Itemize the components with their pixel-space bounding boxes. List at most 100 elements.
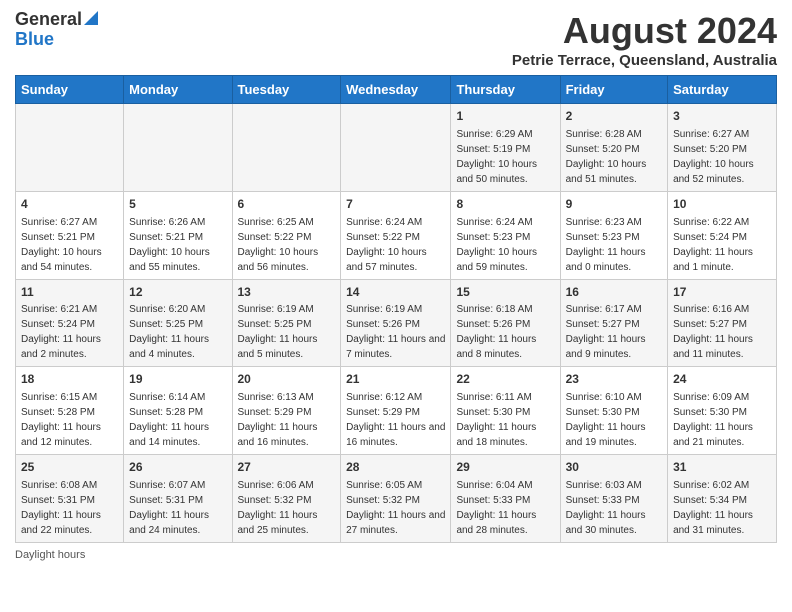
day-number: 12 (129, 284, 226, 301)
sunset-info: Sunset: 5:19 PM (456, 144, 530, 155)
sunrise-info: Sunrise: 6:23 AM (566, 217, 642, 228)
title-area: August 2024 Petrie Terrace, Queensland, … (512, 10, 777, 69)
daylight-info: Daylight: 11 hours and 16 minutes. (238, 422, 318, 448)
logo-triangle-icon (84, 11, 98, 25)
calendar-cell: 24Sunrise: 6:09 AMSunset: 5:30 PMDayligh… (668, 367, 777, 455)
daylight-info: Daylight: 11 hours and 16 minutes. (346, 422, 445, 448)
day-number: 15 (456, 284, 554, 301)
calendar-cell: 13Sunrise: 6:19 AMSunset: 5:25 PMDayligh… (232, 279, 341, 367)
sunrise-info: Sunrise: 6:25 AM (238, 217, 314, 228)
calendar-cell: 23Sunrise: 6:10 AMSunset: 5:30 PMDayligh… (560, 367, 667, 455)
calendar-cell: 31Sunrise: 6:02 AMSunset: 5:34 PMDayligh… (668, 455, 777, 543)
calendar-cell: 29Sunrise: 6:04 AMSunset: 5:33 PMDayligh… (451, 455, 560, 543)
daylight-info: Daylight: 11 hours and 18 minutes. (456, 422, 536, 448)
daylight-info: Daylight: 10 hours and 50 minutes. (456, 159, 537, 185)
daylight-info: Daylight: 11 hours and 22 minutes. (21, 510, 101, 536)
calendar-cell: 10Sunrise: 6:22 AMSunset: 5:24 PMDayligh… (668, 191, 777, 279)
day-number: 5 (129, 196, 226, 213)
sunset-info: Sunset: 5:20 PM (673, 144, 747, 155)
sunset-info: Sunset: 5:24 PM (21, 319, 95, 330)
day-number: 26 (129, 459, 226, 476)
sunrise-info: Sunrise: 6:21 AM (21, 304, 97, 315)
sunset-info: Sunset: 5:32 PM (238, 495, 312, 506)
calendar-cell: 14Sunrise: 6:19 AMSunset: 5:26 PMDayligh… (341, 279, 451, 367)
column-header-friday: Friday (560, 76, 667, 104)
sunset-info: Sunset: 5:33 PM (566, 495, 640, 506)
day-number: 1 (456, 108, 554, 125)
sunrise-info: Sunrise: 6:29 AM (456, 129, 532, 140)
day-number: 10 (673, 196, 771, 213)
sunrise-info: Sunrise: 6:07 AM (129, 480, 205, 491)
day-number: 3 (673, 108, 771, 125)
calendar-cell: 3Sunrise: 6:27 AMSunset: 5:20 PMDaylight… (668, 104, 777, 192)
sunrise-info: Sunrise: 6:17 AM (566, 304, 642, 315)
calendar-cell: 25Sunrise: 6:08 AMSunset: 5:31 PMDayligh… (16, 455, 124, 543)
daylight-info: Daylight: 11 hours and 12 minutes. (21, 422, 101, 448)
calendar-cell: 4Sunrise: 6:27 AMSunset: 5:21 PMDaylight… (16, 191, 124, 279)
calendar-week-row: 4 Sunrise: 6:27 AM Sunset: 5:21 PM Daylight… (16, 191, 777, 279)
sunrise-info: Sunrise: 6:06 AM (238, 480, 314, 491)
sunrise-info: Sunrise: 6:16 AM (673, 304, 749, 315)
daylight-label: Daylight hours (15, 549, 85, 561)
subtitle: Petrie Terrace, Queensland, Australia (512, 52, 777, 69)
sunset-info: Sunset: 5:30 PM (456, 407, 530, 418)
sunrise-info: Sunrise: 6:24 AM (346, 217, 422, 228)
day-number: 4 (21, 196, 118, 213)
sunrise-info: Sunrise: 6:11 AM (456, 392, 531, 403)
sunset-info: Sunset: 5:32 PM (346, 495, 420, 506)
calendar-cell: 8Sunrise: 6:24 AMSunset: 5:23 PMDaylight… (451, 191, 560, 279)
sunrise-info: Sunrise: 6:10 AM (566, 392, 642, 403)
day-number: 8 (456, 196, 554, 213)
daylight-info: Daylight: 10 hours and 55 minutes. (129, 247, 210, 273)
logo: General Blue (15, 10, 98, 50)
day-number: 20 (238, 371, 336, 388)
column-header-tuesday: Tuesday (232, 76, 341, 104)
daylight-info: Daylight: 11 hours and 30 minutes. (566, 510, 646, 536)
day-number: 14 (346, 284, 445, 301)
sunset-info: Sunset: 5:21 PM (21, 232, 95, 243)
sunset-info: Sunset: 5:34 PM (673, 495, 747, 506)
sunset-info: Sunset: 5:25 PM (238, 319, 312, 330)
column-header-thursday: Thursday (451, 76, 560, 104)
daylight-info: Daylight: 11 hours and 7 minutes. (346, 334, 445, 360)
daylight-info: Daylight: 10 hours and 56 minutes. (238, 247, 319, 273)
calendar-cell: 28Sunrise: 6:05 AMSunset: 5:32 PMDayligh… (341, 455, 451, 543)
sunrise-info: Sunrise: 6:05 AM (346, 480, 422, 491)
calendar-cell (124, 104, 232, 192)
sunset-info: Sunset: 5:27 PM (673, 319, 747, 330)
daylight-info: Daylight: 10 hours and 51 minutes. (566, 159, 647, 185)
daylight-info: Daylight: 11 hours and 8 minutes. (456, 334, 536, 360)
day-number: 27 (238, 459, 336, 476)
sunrise-info: Sunrise: 6:08 AM (21, 480, 97, 491)
sunset-info: Sunset: 5:22 PM (346, 232, 420, 243)
daylight-info: Daylight: 11 hours and 11 minutes. (673, 334, 753, 360)
day-number: 13 (238, 284, 336, 301)
daylight-info: Daylight: 11 hours and 2 minutes. (21, 334, 101, 360)
calendar-cell: 21Sunrise: 6:12 AMSunset: 5:29 PMDayligh… (341, 367, 451, 455)
daylight-info: Daylight: 11 hours and 31 minutes. (673, 510, 753, 536)
header: General Blue August 2024 Petrie Terrace,… (15, 10, 777, 69)
sunset-info: Sunset: 5:28 PM (21, 407, 95, 418)
daylight-info: Daylight: 11 hours and 1 minute. (673, 247, 753, 273)
column-header-sunday: Sunday (16, 76, 124, 104)
sunrise-info: Sunrise: 6:26 AM (129, 217, 205, 228)
day-number: 30 (566, 459, 662, 476)
day-number: 2 (566, 108, 662, 125)
sunset-info: Sunset: 5:24 PM (673, 232, 747, 243)
calendar-cell: 17Sunrise: 6:16 AMSunset: 5:27 PMDayligh… (668, 279, 777, 367)
calendar-cell: 1 Sunrise: 6:29 AM Sunset: 5:19 PM Daylight… (451, 104, 560, 192)
calendar-cell: 16Sunrise: 6:17 AMSunset: 5:27 PMDayligh… (560, 279, 667, 367)
day-number: 24 (673, 371, 771, 388)
calendar-cell (232, 104, 341, 192)
footer: Daylight hours (15, 549, 777, 561)
calendar-week-row: 25Sunrise: 6:08 AMSunset: 5:31 PMDayligh… (16, 455, 777, 543)
calendar-table: SundayMondayTuesdayWednesdayThursdayFrid… (15, 75, 777, 543)
sunrise-info: Sunrise: 6:27 AM (21, 217, 97, 228)
day-number: 11 (21, 284, 118, 301)
daylight-info: Daylight: 10 hours and 59 minutes. (456, 247, 537, 273)
sunset-info: Sunset: 5:31 PM (21, 495, 95, 506)
calendar-cell (341, 104, 451, 192)
calendar-week-row: 18Sunrise: 6:15 AMSunset: 5:28 PMDayligh… (16, 367, 777, 455)
sunset-info: Sunset: 5:28 PM (129, 407, 203, 418)
calendar-cell: 5Sunrise: 6:26 AMSunset: 5:21 PMDaylight… (124, 191, 232, 279)
